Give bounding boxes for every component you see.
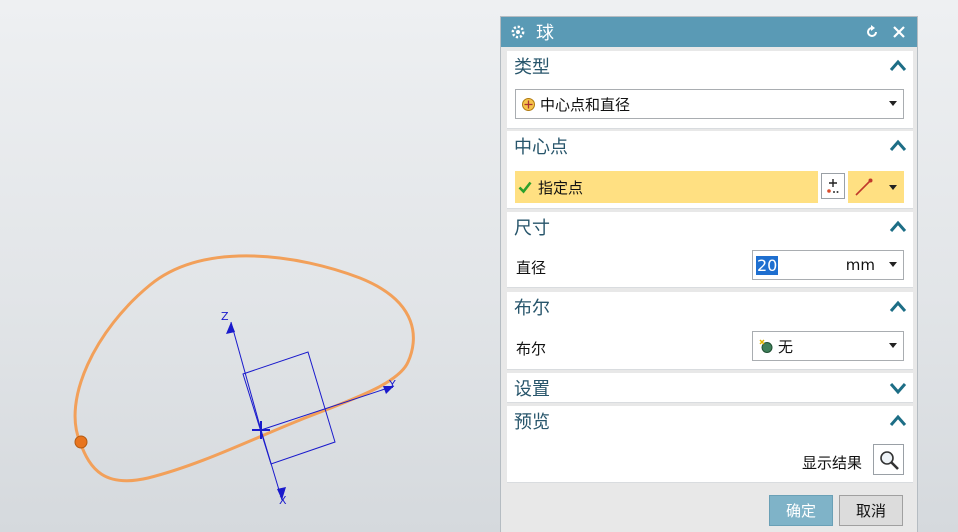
- section-preview-header[interactable]: 预览: [507, 406, 913, 436]
- chevron-down-icon: [889, 101, 897, 106]
- show-result-button[interactable]: [873, 444, 904, 475]
- section-settings-header[interactable]: 设置: [507, 373, 913, 403]
- check-icon: [518, 181, 532, 194]
- expand-chevron-icon[interactable]: [889, 379, 907, 397]
- datum-csys[interactable]: [230, 321, 395, 501]
- diameter-input[interactable]: 20 mm: [752, 250, 904, 280]
- x-axis-label: X: [279, 494, 287, 507]
- type-dropdown[interactable]: 中心点和直径: [515, 89, 904, 119]
- close-button[interactable]: [890, 23, 908, 41]
- inferred-point-icon: [855, 178, 873, 196]
- sphere-dialog: 球 类型 中心点和直径 中心点 指定点 尺寸 直径 20 mm 布尔 布尔 无 …: [500, 16, 918, 532]
- diameter-unit[interactable]: mm: [846, 256, 875, 274]
- section-preview: 预览 显示结果: [507, 406, 913, 483]
- z-axis-arrow: [226, 322, 235, 334]
- cancel-button[interactable]: 取消: [839, 495, 903, 526]
- section-dimensions-header[interactable]: 尺寸: [507, 212, 913, 242]
- section-preview-title: 预览: [514, 412, 550, 433]
- collapse-chevron-icon[interactable]: [889, 137, 907, 155]
- section-boolean-title: 布尔: [514, 298, 550, 319]
- dialog-title: 球: [536, 23, 554, 44]
- show-result-label: 显示结果: [802, 454, 863, 472]
- diameter-label: 直径: [516, 259, 547, 277]
- boolean-label: 布尔: [516, 340, 547, 358]
- type-dropdown-value: 中心点和直径: [540, 95, 631, 114]
- section-type: 类型 中心点和直径: [507, 51, 913, 129]
- inferred-point-dropdown[interactable]: [848, 171, 904, 203]
- point-constructor-icon: [827, 179, 839, 193]
- section-boolean: 布尔 布尔 无: [507, 292, 913, 370]
- chevron-down-icon: [889, 343, 897, 348]
- section-dimensions-title: 尺寸: [514, 218, 550, 239]
- reset-icon: [867, 25, 877, 37]
- section-center-point-title: 中心点: [514, 137, 568, 158]
- collapse-chevron-icon[interactable]: [889, 412, 907, 430]
- section-boolean-header[interactable]: 布尔: [507, 292, 913, 322]
- collapse-chevron-icon[interactable]: [889, 298, 907, 316]
- y-axis-label: Y: [388, 378, 396, 391]
- section-type-title: 类型: [514, 57, 550, 78]
- viewport-canvas: Z X Y: [73, 254, 415, 507]
- section-dimensions: 尺寸 直径 20 mm: [507, 212, 913, 288]
- center-diameter-icon: [522, 97, 535, 111]
- reset-button[interactable]: [863, 23, 881, 41]
- boolean-none-icon: [759, 339, 773, 353]
- dialog-title-bar[interactable]: 球: [501, 17, 917, 47]
- curve-endpoint-marker[interactable]: [74, 435, 88, 449]
- boolean-dropdown-value: 无: [778, 337, 794, 356]
- z-axis-label: Z: [221, 310, 229, 323]
- chevron-down-icon: [889, 262, 897, 267]
- section-center-point: 中心点 指定点: [507, 131, 913, 209]
- gear-icon: [511, 25, 525, 39]
- specify-point-label: 指定点: [538, 178, 584, 197]
- origin-cross: [252, 421, 270, 439]
- section-center-point-header[interactable]: 中心点: [507, 131, 913, 161]
- chevron-down-icon: [889, 185, 897, 190]
- point-dialog-button[interactable]: [821, 173, 845, 199]
- specify-point-row[interactable]: 指定点: [515, 171, 818, 203]
- collapse-chevron-icon[interactable]: [889, 57, 907, 75]
- section-settings: 设置: [507, 373, 913, 403]
- collapse-chevron-icon[interactable]: [889, 218, 907, 236]
- magnifier-icon: [879, 450, 899, 470]
- section-type-header[interactable]: 类型: [507, 51, 913, 81]
- diameter-value[interactable]: 20: [756, 255, 779, 275]
- close-icon: [893, 26, 905, 38]
- ok-button[interactable]: 确定: [769, 495, 833, 526]
- section-settings-title: 设置: [514, 379, 550, 400]
- boolean-dropdown[interactable]: 无: [752, 331, 904, 361]
